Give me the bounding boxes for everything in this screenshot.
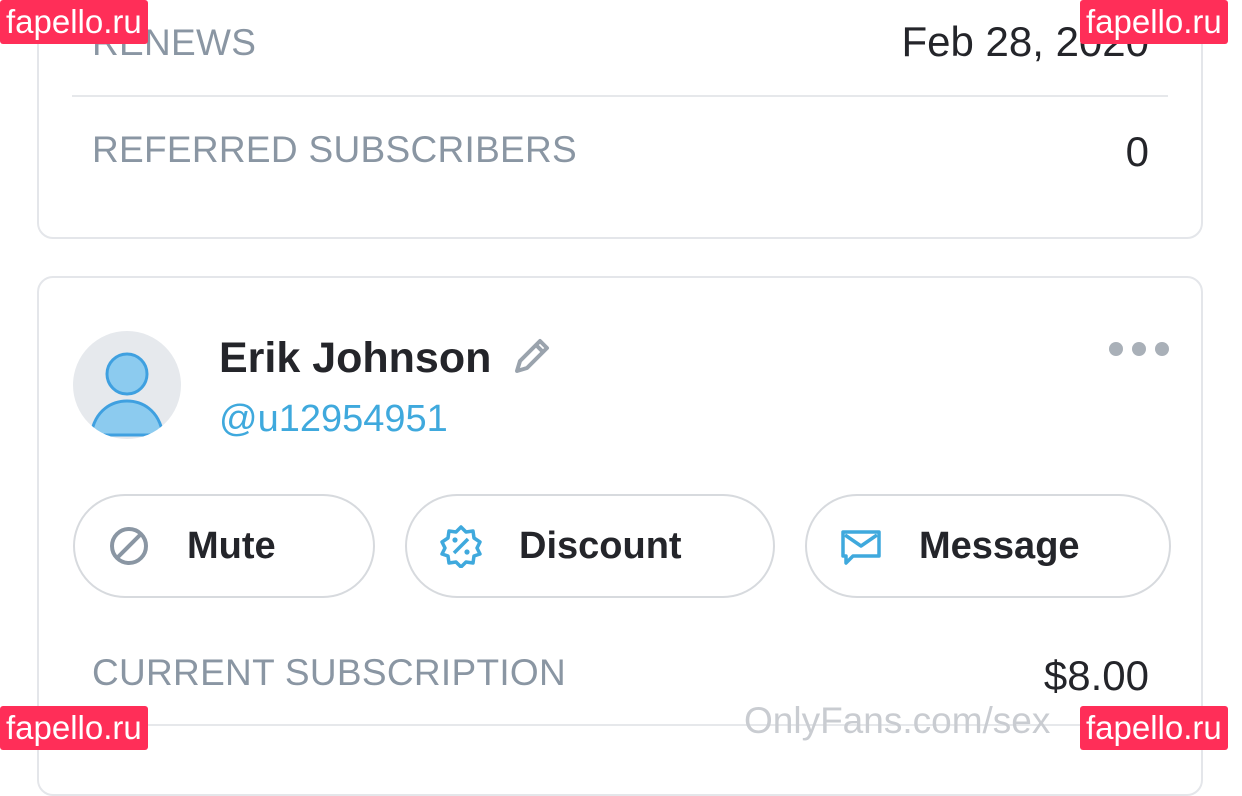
site-watermark: OnlyFans.com/sex xyxy=(744,700,1051,741)
discount-button[interactable]: Discount xyxy=(405,494,775,598)
message-button[interactable]: Message xyxy=(805,494,1171,598)
current-subscription-label: CURRENT SUBSCRIPTION xyxy=(92,652,567,693)
envelope-icon xyxy=(841,530,881,565)
referred-subscribers-label: REFERRED SUBSCRIBERS xyxy=(92,129,578,170)
referred-subscribers-count: 0 xyxy=(1125,128,1149,175)
watermark-top-right: fapello.ru xyxy=(1080,0,1228,44)
pencil-icon[interactable] xyxy=(511,333,555,377)
avatar[interactable] xyxy=(73,331,181,439)
row-divider xyxy=(72,95,1168,97)
current-subscription-price: $8.00 xyxy=(1043,652,1149,699)
more-dots-icon[interactable] xyxy=(1107,340,1171,358)
discount-label: Discount xyxy=(519,524,682,567)
subscriber-name: Erik Johnson xyxy=(219,334,492,382)
subscription-details-card: RENEWS Feb 28, 2020 REFERRED SUBSCRIBERS… xyxy=(37,0,1203,239)
mute-label: Mute xyxy=(187,524,276,567)
watermark-bottom-left: fapello.ru xyxy=(0,706,148,750)
user-silhouette-icon xyxy=(89,352,165,437)
message-label: Message xyxy=(919,524,1080,567)
mute-button[interactable]: Mute xyxy=(73,494,375,598)
subscriber-handle[interactable]: @u12954951 xyxy=(219,398,448,441)
percent-badge-icon xyxy=(440,525,482,568)
watermark-bottom-right: fapello.ru xyxy=(1080,706,1228,750)
ban-icon xyxy=(110,527,148,565)
watermark-top-left: fapello.ru xyxy=(0,0,148,44)
